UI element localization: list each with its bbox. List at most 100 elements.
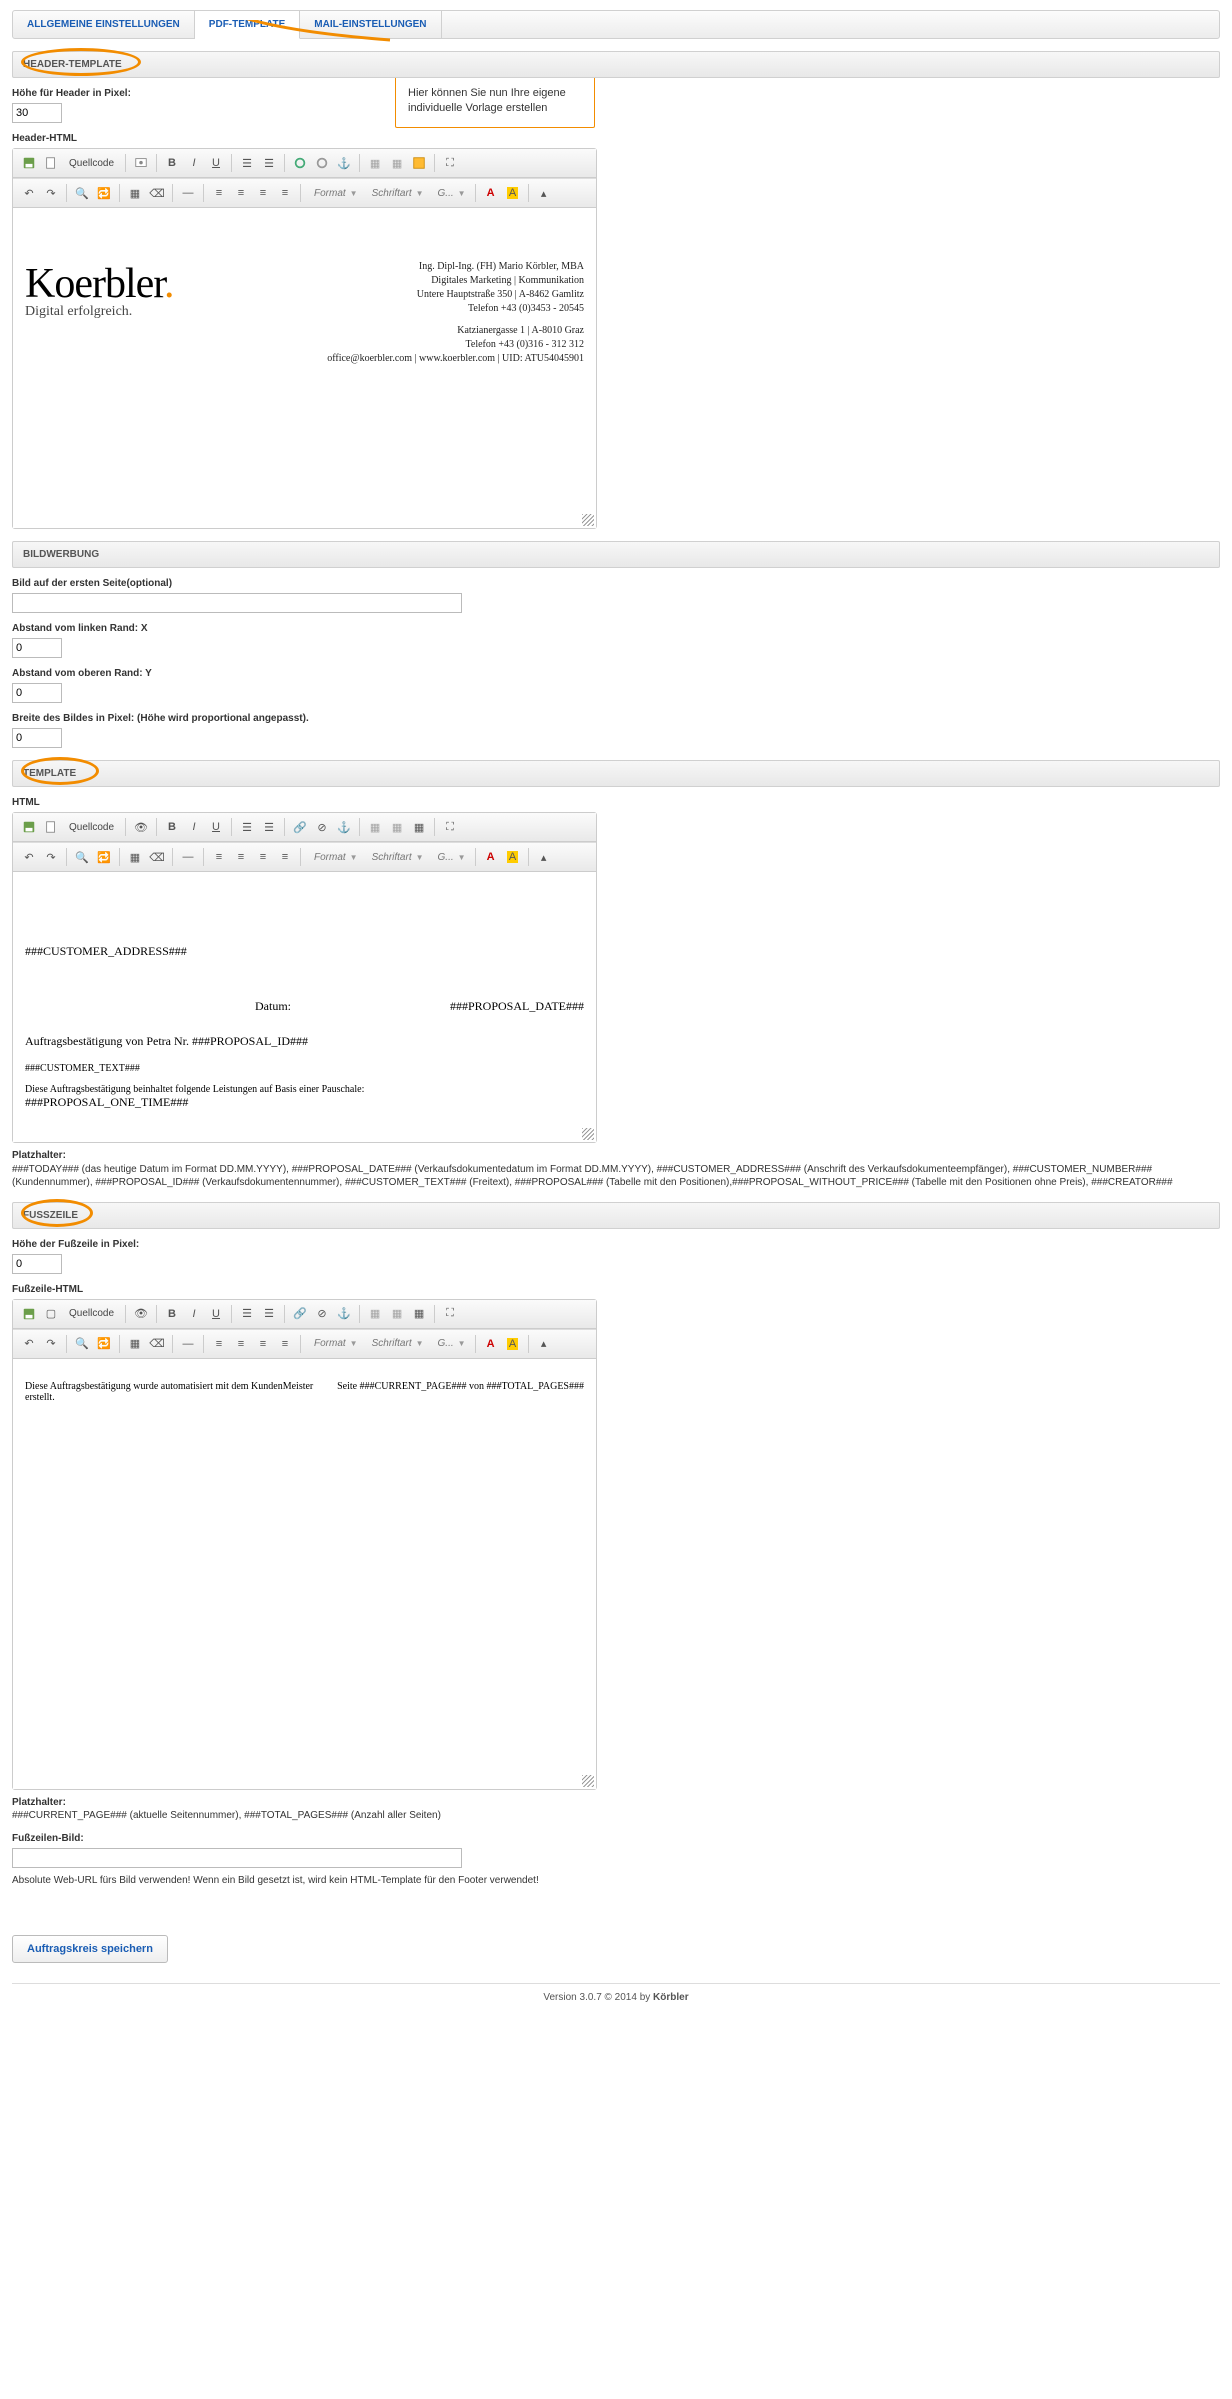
resize-handle-icon[interactable]	[582, 514, 594, 526]
align-justify-icon[interactable]: ≡	[275, 1334, 295, 1354]
font-dropdown[interactable]: Schriftart▼	[364, 188, 428, 199]
input-abstand-y[interactable]	[12, 683, 62, 703]
editor-header-canvas[interactable]: Koerbler. Digital erfolgreich. Ing. Dipl…	[13, 208, 596, 528]
find-icon[interactable]: 🔍	[72, 847, 92, 867]
input-abstand-x[interactable]	[12, 638, 62, 658]
replace-icon[interactable]: 🔁	[94, 183, 114, 203]
format-dropdown[interactable]: Format▼	[306, 852, 362, 863]
textcolor-icon[interactable]: A	[481, 183, 501, 203]
collapse-icon[interactable]: ▴	[534, 183, 554, 203]
list-ol-icon[interactable]: ☰	[237, 817, 257, 837]
list-ul-icon[interactable]: ☰	[259, 817, 279, 837]
source-button[interactable]: Quellcode	[63, 822, 120, 833]
list-ol-icon[interactable]: ☰	[237, 153, 257, 173]
tab-allgemeine[interactable]: ALLGEMEINE EINSTELLUNGEN	[13, 11, 195, 38]
save-icon[interactable]	[19, 1304, 39, 1324]
redo-icon[interactable]: ↷	[41, 847, 61, 867]
resize-handle-icon[interactable]	[582, 1775, 594, 1787]
table-icon[interactable]: ▦	[409, 817, 429, 837]
list-ol-icon[interactable]: ☰	[237, 1304, 257, 1324]
undo-icon[interactable]: ↶	[19, 1334, 39, 1354]
format-dropdown[interactable]: Format▼	[306, 1338, 362, 1349]
bgcolor-icon[interactable]: A	[503, 183, 523, 203]
input-header-height[interactable]	[12, 103, 62, 123]
flash-icon[interactable]: ▦	[387, 1304, 407, 1324]
align-left-icon[interactable]: ≡	[209, 847, 229, 867]
save-button[interactable]: Auftragskreis speichern	[12, 1935, 168, 1963]
list-ul-icon[interactable]: ☰	[259, 1304, 279, 1324]
size-dropdown[interactable]: G...▼	[430, 852, 470, 863]
save-icon[interactable]	[19, 817, 39, 837]
underline-icon[interactable]: U	[206, 817, 226, 837]
source-button[interactable]: Quellcode	[63, 158, 120, 169]
removeformat-icon[interactable]: ⌫	[147, 1334, 167, 1354]
bold-icon[interactable]: B	[162, 1304, 182, 1324]
bold-icon[interactable]: B	[162, 817, 182, 837]
link-icon[interactable]	[290, 153, 310, 173]
unlink-icon[interactable]: ⊘	[312, 1304, 332, 1324]
bgcolor-icon[interactable]: A	[503, 847, 523, 867]
font-dropdown[interactable]: Schriftart▼	[364, 1338, 428, 1349]
newpage-icon[interactable]: ▢	[41, 1304, 61, 1324]
find-icon[interactable]: 🔍	[72, 1334, 92, 1354]
align-center-icon[interactable]: ≡	[231, 183, 251, 203]
align-justify-icon[interactable]: ≡	[275, 847, 295, 867]
textcolor-icon[interactable]: A	[481, 1334, 501, 1354]
input-fuss-height[interactable]	[12, 1254, 62, 1274]
replace-icon[interactable]: 🔁	[94, 847, 114, 867]
align-justify-icon[interactable]: ≡	[275, 183, 295, 203]
italic-icon[interactable]: I	[184, 1304, 204, 1324]
removeformat-icon[interactable]: ⌫	[147, 183, 167, 203]
italic-icon[interactable]: I	[184, 153, 204, 173]
collapse-icon[interactable]: ▴	[534, 1334, 554, 1354]
editor-body-canvas[interactable]: ###CUSTOMER_ADDRESS### Datum:###PROPOSAL…	[13, 872, 596, 1142]
align-right-icon[interactable]: ≡	[253, 1334, 273, 1354]
tab-pdf-template[interactable]: PDF-TEMPLATE	[195, 11, 300, 39]
anchor-icon[interactable]: ⚓	[334, 1304, 354, 1324]
replace-icon[interactable]: 🔁	[94, 1334, 114, 1354]
list-ul-icon[interactable]: ☰	[259, 153, 279, 173]
align-right-icon[interactable]: ≡	[253, 847, 273, 867]
input-bild-optional[interactable]	[12, 593, 462, 613]
preview-icon[interactable]	[131, 153, 151, 173]
image-icon[interactable]: ▦	[365, 817, 385, 837]
hr-icon[interactable]: —	[178, 183, 198, 203]
bold-icon[interactable]: B	[162, 153, 182, 173]
source-button[interactable]: Quellcode	[63, 1308, 120, 1319]
font-dropdown[interactable]: Schriftart▼	[364, 852, 428, 863]
align-left-icon[interactable]: ≡	[209, 183, 229, 203]
preview-icon[interactable]: 👁	[131, 1304, 151, 1324]
maximize-icon[interactable]: ⛶	[440, 817, 460, 837]
bgcolor-icon[interactable]: A	[503, 1334, 523, 1354]
newpage-icon[interactable]	[41, 817, 61, 837]
align-right-icon[interactable]: ≡	[253, 183, 273, 203]
input-fuss-bild[interactable]	[12, 1848, 462, 1868]
italic-icon[interactable]: I	[184, 817, 204, 837]
selectall-icon[interactable]: ▦	[125, 847, 145, 867]
selectall-icon[interactable]: ▦	[125, 183, 145, 203]
size-dropdown[interactable]: G...▼	[430, 188, 470, 199]
link-icon[interactable]: 🔗	[290, 817, 310, 837]
link-icon[interactable]: 🔗	[290, 1304, 310, 1324]
format-dropdown[interactable]: Format▼	[306, 188, 362, 199]
underline-icon[interactable]: U	[206, 1304, 226, 1324]
flash-icon[interactable]: ▦	[387, 817, 407, 837]
newpage-icon[interactable]	[41, 153, 61, 173]
tab-mail[interactable]: MAIL-EINSTELLUNGEN	[300, 11, 441, 38]
image-icon[interactable]: ▦	[365, 153, 385, 173]
size-dropdown[interactable]: G...▼	[430, 1338, 470, 1349]
hr-icon[interactable]: —	[178, 847, 198, 867]
redo-icon[interactable]: ↷	[41, 183, 61, 203]
save-icon[interactable]	[19, 153, 39, 173]
redo-icon[interactable]: ↷	[41, 1334, 61, 1354]
align-center-icon[interactable]: ≡	[231, 847, 251, 867]
align-center-icon[interactable]: ≡	[231, 1334, 251, 1354]
maximize-icon[interactable]: ⛶	[440, 1304, 460, 1324]
input-breite[interactable]	[12, 728, 62, 748]
table-icon[interactable]	[409, 153, 429, 173]
undo-icon[interactable]: ↶	[19, 847, 39, 867]
image-icon[interactable]: ▦	[365, 1304, 385, 1324]
table-icon[interactable]: ▦	[409, 1304, 429, 1324]
collapse-icon[interactable]: ▴	[534, 847, 554, 867]
hr-icon[interactable]: —	[178, 1334, 198, 1354]
